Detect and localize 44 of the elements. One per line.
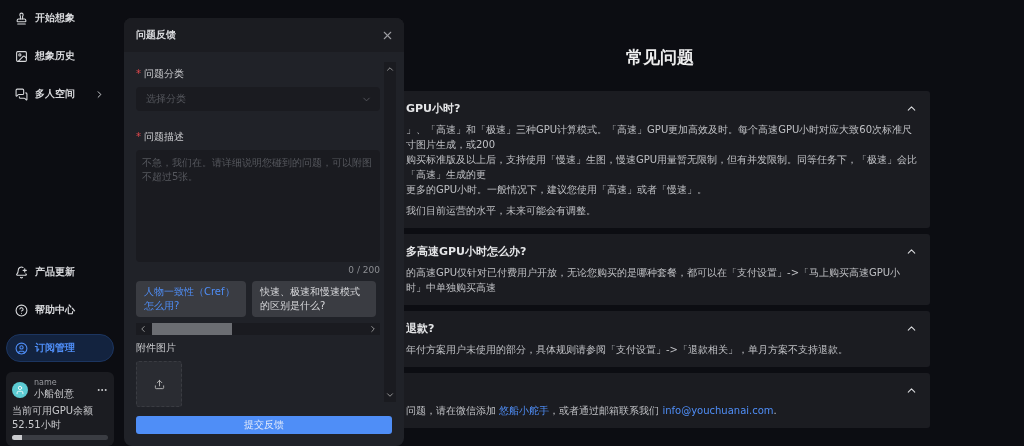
user-icon — [15, 341, 28, 355]
sidebar-item[interactable]: 订阅管理 — [6, 334, 114, 362]
help-icon — [15, 303, 28, 317]
required-mark: * — [136, 131, 141, 142]
faq-answer: 年付方案用户未使用的部分，具体规则请参阅「支付设置」->「退款相关」，单月方案不支持退款。 — [406, 343, 849, 357]
field-label: 问题描述 — [144, 131, 184, 142]
sidebar-item[interactable]: 想象历史 — [6, 42, 114, 70]
horizontal-scrollbar[interactable] — [136, 323, 380, 335]
faq-answer: 的高速GPU仅针对已付费用户开放，无论您购买的是哪种套餐，都可以在「支付设置」->「马上购买高速GPU小时」中单独购买高速 — [406, 266, 902, 295]
scroll-right-icon[interactable] — [368, 324, 378, 334]
sidebar-item[interactable]: 帮助中心 — [6, 296, 114, 324]
scroll-up-icon[interactable] — [385, 64, 395, 74]
suggestion-chip[interactable]: 人物一致性（Cref）怎么用? — [136, 281, 246, 317]
faq-question: GPU小时? — [406, 101, 461, 116]
faq-question: 多高速GPU小时怎么办? — [406, 244, 527, 259]
link[interactable]: info@youchuanai.com — [662, 405, 774, 416]
faq-answer: 问题，请在微信添加 悠船小舵手，或者通过邮箱联系我们 info@youchuanai.com. — [406, 404, 778, 418]
stamp-icon — [15, 11, 28, 25]
suggestion-chip[interactable]: 快速、极速和慢速模式的区别是什么? — [252, 281, 376, 317]
char-counter: 0 / 200 — [348, 265, 380, 275]
balance-value: 52.51小时 — [12, 418, 61, 432]
avatar-icon — [12, 381, 28, 398]
sidebar-item[interactable]: 产品更新 — [6, 258, 114, 286]
scroll-left-icon[interactable] — [138, 324, 148, 334]
dialog-title: 问题反馈 — [136, 28, 176, 42]
page-title: 常见问题 — [625, 46, 695, 69]
chat-icon — [15, 87, 28, 101]
bell-icon — [15, 265, 28, 279]
field-label: 附件图片 — [136, 341, 177, 355]
link[interactable]: 悠船小舵手 — [499, 405, 550, 416]
faq-question: 退款? — [406, 321, 435, 336]
scroll-down-icon[interactable] — [385, 390, 395, 400]
balance-label: 当前可用GPU余额 — [12, 404, 94, 418]
sidebar-item[interactable]: 多人空间 — [6, 80, 114, 108]
vertical-scrollbar[interactable] — [384, 62, 396, 402]
upload-icon — [153, 378, 165, 390]
sidebar-item[interactable]: 开始想象 — [6, 4, 114, 32]
required-mark: * — [136, 68, 141, 79]
faq-answer: 」、「高速」和「极速」三种GPU计算模式。「高速」GPU更加高效及时。每个高速GPU小时对应大致60次标准尺寸图片生成，或200 购买标准版及以上后，支持使用「慢速」生图，慢速GPU用量暂无限制，但有并发限制。同等任务下，「极速」会比「高速」生成的更 更多的GPU小时。一般情况下，建议您使用「高速」或者「慢速」。 — [406, 123, 918, 197]
team-name: 小船创意 — [34, 387, 75, 401]
image-icon — [15, 49, 28, 63]
faq-answer: 我们目前运营的水平，未来可能会有调整。 — [406, 204, 597, 218]
field-label: 问题分类 — [144, 68, 184, 79]
user-name: name — [34, 378, 58, 387]
